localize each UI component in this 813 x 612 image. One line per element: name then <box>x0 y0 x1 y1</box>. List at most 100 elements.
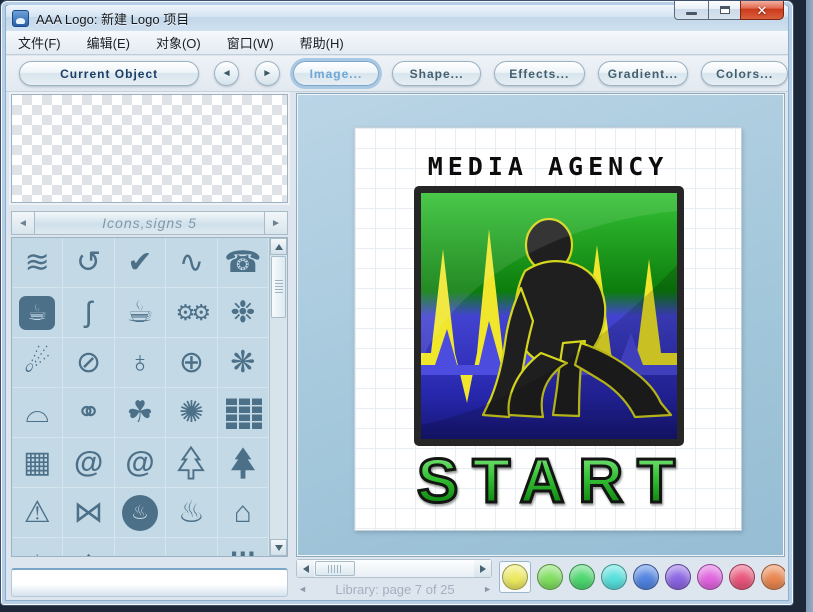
icon-tree-solid[interactable] <box>217 438 269 488</box>
icon-swoosh[interactable]: ✔ <box>114 238 167 288</box>
icon-calculator[interactable]: ▦ <box>12 438 64 488</box>
swatch-light-green[interactable] <box>537 564 563 590</box>
icon-gears[interactable]: ⚙⚙ <box>166 288 218 338</box>
icon-ring-swirl[interactable]: ↺ <box>63 238 115 288</box>
icon-palm-tree[interactable]: Ψ <box>218 538 269 556</box>
library-next-page-button[interactable]: ► <box>264 211 288 235</box>
icon-coffee-cup[interactable]: ☕ <box>114 288 167 338</box>
scroll-left-button[interactable] <box>297 560 314 577</box>
library-category-title[interactable]: Icons,signs 5 <box>35 211 264 235</box>
icon-squiggle[interactable]: ʃ <box>63 288 115 338</box>
icon-flammable-warning[interactable]: ⚠ <box>12 488 64 538</box>
sun-icon: ☀ <box>28 550 46 556</box>
icon-no-smoking[interactable]: ⊘ <box>63 338 115 388</box>
logo-top-text[interactable]: MEDIA AGENCY <box>355 152 741 181</box>
minimize-icon <box>686 11 697 15</box>
arrow-left-icon: ◄ <box>18 217 28 229</box>
swatch-purple[interactable] <box>665 564 691 590</box>
icon-fire-circle[interactable]: ♨ <box>114 488 167 538</box>
icon-zigzag-wave[interactable]: ∿ <box>166 238 218 288</box>
menu-window[interactable]: 窗口(W) <box>227 33 274 52</box>
logo-image-object[interactable] <box>414 186 684 446</box>
pager-prev-button[interactable]: ◄ <box>298 584 307 594</box>
handprint-icon: ❋ <box>230 346 256 379</box>
library-pager: ◄ Library: page 7 of 25 ► <box>298 579 492 599</box>
grip-icon <box>274 280 283 294</box>
next-object-button[interactable]: ► <box>254 61 280 86</box>
schoolhouse-icon: ⌂ <box>233 495 252 529</box>
scroll-right-button[interactable] <box>474 560 491 577</box>
maximize-button[interactable] <box>708 1 740 20</box>
app-window: AAA Logo: 新建 Logo 项目 ✕ 文件(F) 编辑(E) 对象(O)… <box>0 0 794 606</box>
swatch-green[interactable] <box>569 564 595 590</box>
spiral-icon: @ <box>73 445 104 479</box>
logo-page[interactable]: MEDIA AGENCY START <box>354 127 742 531</box>
horizontal-scroll-thumb[interactable] <box>315 561 355 576</box>
close-button[interactable]: ✕ <box>740 1 784 20</box>
gears-icon: ⚙⚙ <box>175 299 212 325</box>
titlebar[interactable]: AAA Logo: 新建 Logo 项目 ✕ <box>6 1 788 31</box>
tab-gradient[interactable]: Gradient... <box>597 61 689 86</box>
icon-cell-empty[interactable] <box>115 538 167 556</box>
swatch-pink-red[interactable] <box>729 564 755 590</box>
minimize-button[interactable] <box>674 1 708 20</box>
canvas-horizontal-scrollbar[interactable] <box>296 559 492 578</box>
scroll-down-button[interactable] <box>270 539 287 556</box>
icon-spiral[interactable]: @ <box>63 438 115 488</box>
icon-clover[interactable]: ☘ <box>114 388 167 438</box>
scroll-up-button[interactable] <box>270 238 287 255</box>
icon-coffee-sign[interactable]: ☕ <box>12 288 64 338</box>
menu-help[interactable]: 帮助(H) <box>300 33 344 52</box>
swatch-magenta[interactable] <box>697 564 723 590</box>
swatch-orange[interactable] <box>761 564 785 590</box>
icon-wave-curl[interactable]: ☄ <box>12 338 64 388</box>
tab-effects[interactable]: Effects... <box>493 61 585 86</box>
library-vertical-scrollbar[interactable] <box>269 238 287 556</box>
icon-wedding[interactable]: ⚭ <box>63 388 115 438</box>
tab-shape[interactable]: Shape... <box>392 61 481 86</box>
design-canvas[interactable]: MEDIA AGENCY START <box>296 93 785 557</box>
menu-file[interactable]: 文件(F) <box>18 33 61 52</box>
icon-sun[interactable]: ☀ <box>12 538 64 556</box>
pager-next-button[interactable]: ► <box>483 584 492 594</box>
icon-globe-americas[interactable]: ⊕ <box>166 338 218 388</box>
icon-cell-empty[interactable] <box>166 538 218 556</box>
icon-waves[interactable]: ≋ <box>12 238 64 288</box>
icon-schoolhouse[interactable]: ⌂ <box>217 488 269 538</box>
coffee-sign-icon: ☕ <box>19 295 56 330</box>
icon-handshake[interactable]: ⋈ <box>63 488 115 538</box>
icon-handprint[interactable]: ❋ <box>217 338 269 388</box>
vertical-scroll-thumb[interactable] <box>271 256 286 318</box>
swatch-blue[interactable] <box>633 564 659 590</box>
icon-splat[interactable]: ✺ <box>166 388 218 438</box>
wedding-icon: ⚭ <box>76 396 102 429</box>
tab-colors[interactable]: Colors... <box>701 61 788 86</box>
horizontal-scroll-track[interactable] <box>356 560 474 577</box>
menu-object[interactable]: 对象(O) <box>156 33 201 52</box>
library-icon-grid: ≋ ↺ ✔ ∿ ☎ ☕ ʃ ☕ ⚙⚙ ❉ ☄ ⊘ ♁ ⊕ ❋ ⌓ ⚭ ☘ ✺ ▦… <box>12 238 269 556</box>
icon-brick-wall[interactable] <box>217 388 269 438</box>
menu-edit[interactable]: 编辑(E) <box>87 33 130 52</box>
icon-tree-outline[interactable] <box>166 438 218 488</box>
icon-swirl-emblem[interactable]: ❉ <box>217 288 269 338</box>
current-object-button[interactable]: Current Object <box>19 61 200 86</box>
prev-object-button[interactable]: ◄ <box>214 61 239 86</box>
icon-telephone[interactable]: ☎ <box>217 238 269 288</box>
icon-spiral-2[interactable]: @ <box>114 438 167 488</box>
vertical-scroll-track[interactable] <box>270 319 287 539</box>
swatch-cyan[interactable] <box>601 564 627 590</box>
color-palette <box>499 561 785 593</box>
window-title: AAA Logo: 新建 Logo 项目 <box>36 11 190 27</box>
icon-turtle[interactable]: ⌓ <box>12 388 64 438</box>
clover-icon: ☘ <box>126 396 154 429</box>
icon-globe[interactable]: ♁ <box>114 338 167 388</box>
library-prev-page-button[interactable]: ◄ <box>11 211 35 235</box>
arrow-left-icon: ◄ <box>221 68 232 79</box>
zigzag-wave-icon: ∿ <box>178 246 204 279</box>
swatch-yellow[interactable] <box>502 564 528 590</box>
logo-bottom-text[interactable]: START <box>355 446 741 518</box>
icon-flame[interactable]: ♨ <box>166 488 218 538</box>
tab-image[interactable]: Image... <box>292 61 380 86</box>
icon-house[interactable]: ⌂ <box>63 538 115 556</box>
pager-label: Library: page 7 of 25 <box>335 581 455 597</box>
